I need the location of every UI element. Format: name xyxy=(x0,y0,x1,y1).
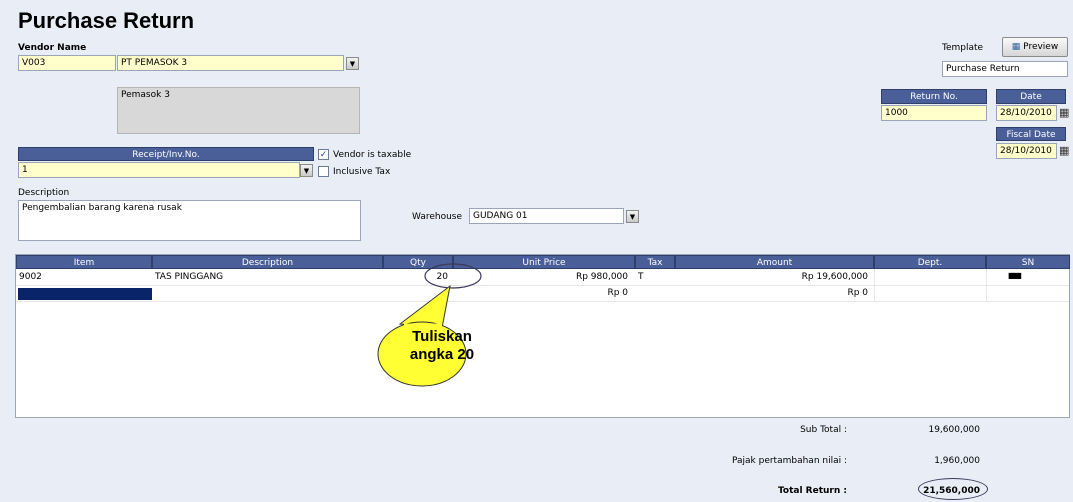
col-item-header: Item xyxy=(16,255,152,269)
description-field[interactable]: Pengembalian barang karena rusak xyxy=(18,200,361,241)
description-label: Description xyxy=(18,188,70,198)
receipt-header: Receipt/Inv.No. xyxy=(18,147,314,161)
callout-annotation xyxy=(377,263,482,387)
inclusive-tax-checkbox[interactable] xyxy=(318,166,329,177)
warehouse-dropdown-button[interactable]: ▼ xyxy=(626,210,639,223)
row-amount-cell[interactable]: Rp 19,600,000 xyxy=(678,272,868,282)
col-dept-header: Dept. xyxy=(874,255,986,269)
total-return-label: Total Return : xyxy=(777,486,847,496)
col-sn-header: SN xyxy=(986,255,1070,269)
vendor-code-field[interactable]: V003 xyxy=(18,55,116,71)
date-calendar-icon[interactable]: ▦ xyxy=(1059,106,1069,119)
vendor-taxable-label: Vendor is taxable xyxy=(333,150,412,160)
row-description-cell[interactable]: TAS PINGGANG xyxy=(155,272,223,282)
callout-line1: Tuliskan xyxy=(412,328,472,345)
fiscal-date-header: Fiscal Date xyxy=(996,127,1066,141)
return-no-field[interactable]: 1000 xyxy=(881,105,987,121)
row-sn-barcode-icon[interactable]: ▮▮▮▮▮ xyxy=(1008,271,1022,280)
row-item-cell-selected[interactable] xyxy=(18,288,152,300)
row-divider xyxy=(16,301,1069,302)
fiscal-date-field[interactable]: 28/10/2010 xyxy=(996,143,1057,159)
total-return-value: 21,560,000 xyxy=(923,486,980,496)
item-grid: Item Description Qty Unit Price Tax Amou… xyxy=(15,254,1070,418)
template-select[interactable]: Purchase Return xyxy=(942,61,1068,77)
table-row[interactable]: Rp 0 Rp 0 xyxy=(16,286,1069,301)
row-tax-cell[interactable]: T xyxy=(638,272,644,282)
vendor-name-label: Vendor Name xyxy=(18,43,87,53)
inclusive-tax-label: Inclusive Tax xyxy=(333,167,391,177)
tax-value: 1,960,000 xyxy=(934,456,980,466)
vendor-address-text: Pemasok 3 xyxy=(121,90,170,100)
fiscal-date-calendar-icon[interactable]: ▦ xyxy=(1059,144,1069,157)
receipt-field[interactable]: 1 xyxy=(18,162,300,178)
preview-label: Preview xyxy=(1023,42,1059,52)
tax-label: Pajak pertambahan nilai : xyxy=(731,456,847,466)
warehouse-label: Warehouse xyxy=(412,212,463,222)
subtotal-label: Sub Total : xyxy=(800,425,847,435)
vendor-dropdown-button[interactable]: ▼ xyxy=(346,57,359,70)
callout-text: Tuliskan angka 20 xyxy=(380,328,504,364)
preview-button[interactable]: ▦ Preview xyxy=(1002,37,1068,57)
col-amount-header: Amount xyxy=(675,255,874,269)
return-no-header: Return No. xyxy=(881,89,987,104)
vendor-address-box: Pemasok 3 xyxy=(117,87,360,134)
row-amount-cell[interactable]: Rp 0 xyxy=(678,288,868,298)
col-tax-header: Tax xyxy=(635,255,675,269)
date-field[interactable]: 28/10/2010 xyxy=(996,105,1057,121)
receipt-dropdown-button[interactable]: ▼ xyxy=(300,164,313,177)
table-row[interactable]: 9002 TAS PINGGANG 20 Rp 980,000 T Rp 19,… xyxy=(16,271,1069,285)
warehouse-select[interactable]: GUDANG 01 xyxy=(469,208,624,224)
col-description-header: Description xyxy=(152,255,383,269)
vendor-taxable-checkbox[interactable]: ✓ xyxy=(318,149,329,160)
row-item-cell[interactable]: 9002 xyxy=(19,272,42,282)
page-title: Purchase Return xyxy=(18,8,195,33)
qty-highlight-ellipse xyxy=(424,263,482,289)
date-header: Date xyxy=(996,89,1066,104)
vendor-name-field[interactable]: PT PEMASOK 3 xyxy=(117,55,344,71)
callout-line2: angka 20 xyxy=(409,346,475,363)
template-label: Template xyxy=(942,43,984,53)
subtotal-value: 19,600,000 xyxy=(928,425,980,435)
preview-icon: ▦ xyxy=(1011,42,1021,52)
